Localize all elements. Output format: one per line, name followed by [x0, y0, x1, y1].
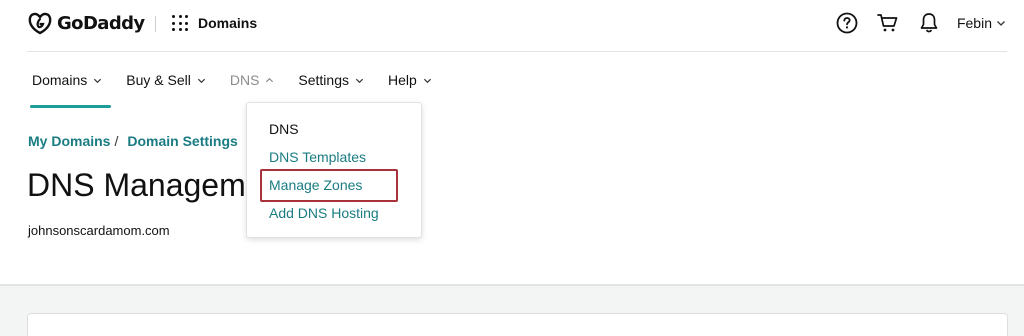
content-card — [27, 313, 1008, 336]
help-circle-icon — [836, 12, 858, 34]
apps-grid-icon — [172, 15, 188, 31]
domain-name: johnsonscardamom.com — [28, 223, 170, 238]
manage-zones-highlight — [260, 169, 398, 202]
page-title: DNS Management — [27, 167, 252, 203]
top-header: GoDaddy Domains Febin — [0, 0, 1024, 52]
breadcrumb-separator: / — [114, 133, 119, 149]
nav-buy-sell[interactable]: Buy & Sell — [126, 72, 206, 88]
chevron-up-icon — [266, 77, 274, 82]
user-menu[interactable]: Febin — [957, 15, 992, 31]
nav-domains[interactable]: Domains — [32, 72, 102, 88]
dns-menu-add-hosting[interactable]: Add DNS Hosting — [269, 205, 379, 221]
nav-help[interactable]: Help — [388, 72, 432, 88]
nav-settings-label: Settings — [298, 72, 349, 88]
dns-menu-heading[interactable]: DNS — [269, 121, 299, 137]
chevron-down-icon — [94, 78, 102, 83]
header-actions: Febin — [818, 11, 1006, 35]
cart-button[interactable] — [876, 11, 900, 35]
nav-dns[interactable]: DNS — [230, 72, 275, 88]
breadcrumb-domain-settings[interactable]: Domain Settings — [127, 133, 237, 149]
godaddy-logo[interactable]: GoDaddy — [27, 11, 145, 35]
header-rule — [27, 51, 1007, 52]
chevron-down-icon — [423, 78, 431, 83]
godaddy-mark-icon — [28, 12, 52, 35]
chevron-down-icon — [197, 78, 205, 83]
nav-dns-label: DNS — [229, 72, 260, 88]
nav-domains-label: Domains — [32, 72, 88, 88]
bell-icon — [920, 13, 938, 33]
active-tab-indicator — [30, 105, 111, 108]
chevron-down-icon — [997, 21, 1005, 26]
chevron-down-icon — [355, 78, 364, 83]
breadcrumb-my-domains[interactable]: My Domains — [28, 133, 110, 149]
breadcrumb: My Domains / Domain Settings — [28, 133, 238, 149]
apps-switcher[interactable]: Domains — [172, 15, 257, 31]
nav-help-label: Help — [388, 72, 417, 88]
nav-buy-sell-label: Buy & Sell — [126, 72, 191, 88]
header-divider — [155, 16, 156, 32]
apps-label: Domains — [198, 15, 258, 31]
notifications-button[interactable] — [917, 11, 941, 35]
dns-menu-templates[interactable]: DNS Templates — [269, 149, 366, 165]
brand-name: GoDaddy — [57, 12, 145, 34]
cart-icon — [877, 14, 898, 32]
help-button[interactable] — [835, 11, 859, 35]
nav-settings[interactable]: Settings — [298, 72, 364, 88]
